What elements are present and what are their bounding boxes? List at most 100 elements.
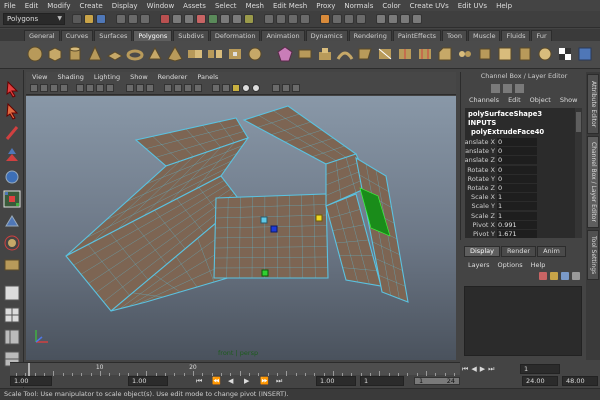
skip-end-icon[interactable]: ⏭ — [276, 377, 282, 386]
step-back-icon[interactable]: ◀ — [471, 365, 476, 373]
new-layer-selected-icon[interactable] — [550, 272, 558, 280]
combine-icon[interactable] — [186, 45, 204, 63]
grid-toggle-icon[interactable] — [76, 84, 84, 92]
step-forward-key-icon[interactable]: ⏩ — [260, 377, 269, 385]
channel-row[interactable]: Rotate Z0 — [465, 184, 575, 193]
poly-pyramid-icon[interactable] — [166, 45, 184, 63]
range-bar[interactable]: 1 24 — [414, 377, 460, 385]
play-forward-icon[interactable]: ▶ — [480, 365, 485, 373]
menu-window[interactable]: Window — [147, 2, 175, 10]
reduce-icon[interactable] — [246, 45, 264, 63]
channel-row[interactable]: Pivot Y 1.671 — [465, 230, 575, 238]
animation-end-field[interactable]: 48.00 — [562, 376, 598, 386]
move-layer-down-icon[interactable] — [572, 272, 580, 280]
new-layer-icon[interactable] — [539, 272, 547, 280]
snap-grid-icon[interactable] — [264, 14, 274, 24]
channel-value-field[interactable]: 0 — [497, 138, 537, 146]
playback-end-field[interactable]: 24.00 — [522, 376, 558, 386]
snap-curve-icon[interactable] — [276, 14, 286, 24]
playback-start-field[interactable]: 1.00 — [128, 376, 168, 386]
channel-box-icon[interactable] — [491, 84, 500, 93]
time-slider-playhead[interactable] — [28, 363, 30, 376]
paint-select-tool-icon[interactable] — [3, 124, 21, 142]
image-plane-icon[interactable] — [60, 84, 68, 92]
smooth-icon[interactable] — [276, 45, 294, 63]
select-camera-icon[interactable] — [30, 84, 38, 92]
channel-row[interactable]: Pivot X 0.991 — [465, 220, 575, 230]
poly-cube-icon[interactable] — [46, 45, 64, 63]
save-scene-icon[interactable] — [96, 14, 106, 24]
channel-value-field[interactable]: 1 — [497, 211, 537, 220]
channel-row[interactable]: Translate Y0 — [465, 147, 575, 156]
offset-edge-loop-icon[interactable] — [416, 45, 434, 63]
channel-label[interactable]: Rotate Y — [468, 175, 495, 183]
menu-display[interactable]: Display — [112, 2, 138, 10]
mask-surfaces-icon[interactable] — [208, 14, 218, 24]
select-object-icon[interactable] — [128, 14, 138, 24]
separate-icon[interactable] — [206, 45, 224, 63]
menu-help[interactable]: Help — [496, 2, 512, 10]
menu-edit-mesh[interactable]: Edit Mesh — [273, 2, 307, 10]
channel-menu-object[interactable]: Object — [530, 96, 551, 106]
toggle-tool-settings-icon[interactable] — [412, 14, 422, 24]
append-polygon-icon[interactable] — [356, 45, 374, 63]
uv-texture-editor-icon[interactable] — [576, 45, 594, 63]
channel-value-field[interactable]: 0 — [497, 165, 537, 174]
channel-layer-icon[interactable] — [515, 84, 524, 93]
universal-manipulator-icon[interactable] — [3, 212, 21, 230]
menu-edit-uvs[interactable]: Edit UVs — [458, 2, 487, 10]
lasso-tool-icon[interactable] — [3, 102, 21, 120]
menu-create[interactable]: Create — [79, 2, 102, 10]
shelf-tab-surfaces[interactable]: Surfaces — [94, 30, 133, 41]
mask-dynamics-icon[interactable] — [232, 14, 242, 24]
channel-label[interactable]: Scale Z — [471, 212, 495, 220]
channel-row[interactable]: Scale Z1 — [465, 211, 575, 221]
shelf-tab-toon[interactable]: Toon — [442, 30, 467, 41]
extract-icon[interactable] — [226, 45, 244, 63]
move-tool-icon[interactable] — [3, 146, 21, 164]
step-back-key-icon[interactable]: ⏪ — [212, 377, 221, 385]
layer-tab-render[interactable]: Render — [500, 246, 537, 257]
bookmarks-icon[interactable] — [50, 84, 58, 92]
channel-label[interactable]: Scale X — [471, 193, 495, 201]
mask-curves-icon[interactable] — [196, 14, 206, 24]
xray-active-icon[interactable] — [292, 84, 300, 92]
channel-row[interactable]: Rotate Y0 — [465, 174, 575, 184]
object-name[interactable]: polySurfaceShape3 — [468, 110, 542, 118]
history-icon[interactable] — [320, 14, 330, 24]
go-to-end-icon[interactable]: ⏭ — [488, 365, 494, 374]
polygon-mesh[interactable] — [26, 96, 456, 360]
shelf-tab-fluids[interactable]: Fluids — [501, 30, 531, 41]
channel-label[interactable]: Rotate Z — [467, 184, 495, 192]
film-gate-icon[interactable] — [86, 84, 94, 92]
rotate-tool-icon[interactable] — [3, 168, 21, 186]
channel-menu-channels[interactable]: Channels — [469, 96, 499, 106]
panel-menu-lighting[interactable]: Lighting — [94, 73, 120, 81]
channel-label[interactable]: Pivot X — [473, 221, 495, 229]
perspective-viewport[interactable]: front | persp — [26, 96, 456, 360]
play-icon[interactable]: ▶ — [244, 377, 249, 385]
soft-modification-icon[interactable] — [3, 234, 21, 252]
shelf-tab-general[interactable]: General — [24, 30, 60, 41]
panel-menu-view[interactable]: View — [32, 73, 47, 81]
open-scene-icon[interactable] — [84, 14, 94, 24]
play-back-icon[interactable]: ◀ — [228, 377, 233, 385]
shelf-tab-rendering[interactable]: Rendering — [348, 30, 392, 41]
menu-proxy[interactable]: Proxy — [316, 2, 335, 10]
shelf-tab-fur[interactable]: Fur — [531, 30, 552, 41]
poly-prism-icon[interactable] — [146, 45, 164, 63]
select-tool-icon[interactable] — [3, 80, 21, 98]
shelf-tab-polygons[interactable]: Polygons — [133, 30, 173, 41]
panel-menu-shading[interactable]: Shading — [57, 73, 83, 81]
textured-icon[interactable] — [212, 84, 220, 92]
gate-mask-icon[interactable] — [106, 84, 114, 92]
move-layer-up-icon[interactable] — [561, 272, 569, 280]
scrollbar-thumb[interactable] — [576, 112, 581, 132]
single-pane-layout-icon[interactable] — [3, 284, 21, 302]
render-settings-icon[interactable] — [356, 14, 366, 24]
poly-sphere-icon[interactable] — [26, 45, 44, 63]
toggle-sidebar-icon[interactable] — [388, 14, 398, 24]
uv-automatic-icon[interactable] — [556, 45, 574, 63]
scale-tool-icon[interactable] — [3, 190, 21, 208]
input-node-name[interactable]: polyExtrudeFace40 — [471, 128, 544, 136]
